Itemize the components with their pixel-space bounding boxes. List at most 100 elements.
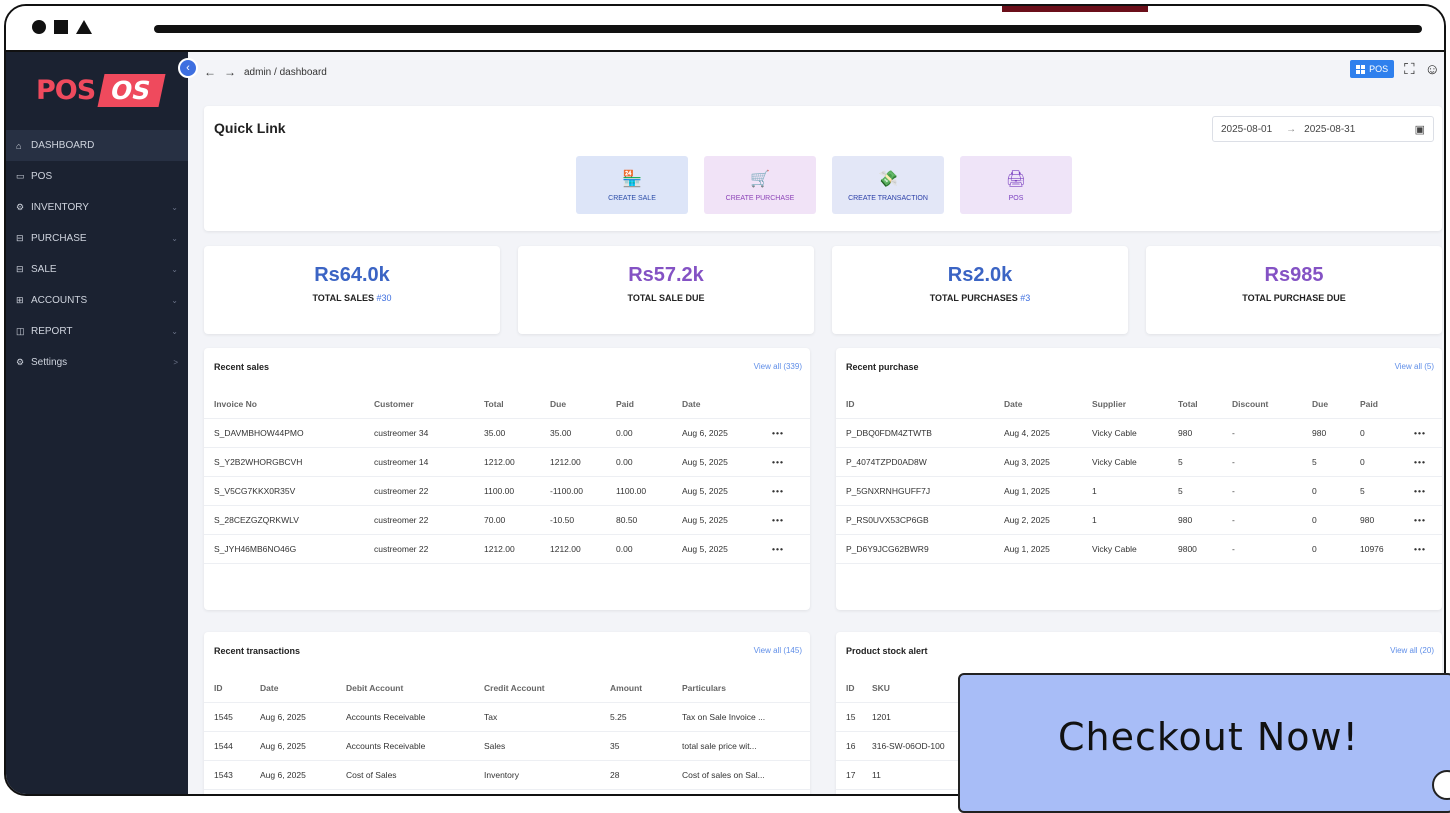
column-header: Supplier	[1082, 390, 1168, 419]
more-actions-icon[interactable]: •••	[762, 476, 810, 506]
breadcrumb[interactable]: admin / dashboard	[244, 67, 327, 78]
more-actions-icon[interactable]: •••	[762, 505, 810, 535]
address-bar[interactable]	[154, 25, 1422, 33]
view-all-link[interactable]: View all (339)	[754, 362, 802, 371]
quick-link-buttons: 🏪 CREATE SALE 🛒 CREATE PURCHASE 💸 CREATE…	[576, 156, 1072, 214]
create-sale-button[interactable]: 🏪 CREATE SALE	[576, 156, 688, 214]
stat-count[interactable]: #3	[1020, 293, 1030, 303]
store-icon: 🏪	[622, 170, 642, 188]
sidebar-item-sale[interactable]: ⊟ SALE ⌄	[6, 254, 188, 285]
table-row[interactable]: P_4074TZPD0AD8W Aug 3, 2025 Vicky Cable 5-5…	[836, 447, 1442, 477]
table-cell: S_28CEZGZQRKWLV	[204, 505, 364, 535]
table-cell: 0	[1302, 534, 1350, 564]
inventory-icon: ⚙	[16, 202, 25, 212]
grid-icon	[1356, 64, 1366, 74]
recent-transactions-panel: Recent transactions View all (145) ID Da…	[204, 632, 810, 794]
window-close-control[interactable]	[32, 20, 46, 34]
stat-value: Rs985	[1264, 264, 1324, 286]
sidebar-item-report[interactable]: ◫ REPORT ⌄	[6, 316, 188, 347]
sidebar-item-pos[interactable]: ▭ POS	[6, 161, 188, 192]
sidebar-item-accounts[interactable]: ⊞ ACCOUNTS ⌄	[6, 285, 188, 316]
more-actions-icon[interactable]: •••	[762, 534, 810, 564]
recent-transactions-table: ID Date Debit Account Credit Account Amo…	[204, 674, 810, 790]
calendar-icon[interactable]: ▣	[1415, 123, 1425, 136]
sidebar-item-purchase[interactable]: ⊟ PURCHASE ⌄	[6, 223, 188, 254]
table-row[interactable]: S_JYH46MB6NO46G custreomer 22 1212.00 1212.…	[204, 534, 810, 564]
table-cell: P_5GNXRNHGUFF7J	[836, 476, 994, 506]
purchase-icon: ⊟	[16, 233, 24, 243]
table-row[interactable]: 1544 Aug 6, 2025 Accounts Receivable Sales 3…	[204, 731, 810, 761]
table-row[interactable]: 1545 Aug 6, 2025 Accounts Receivable Tax 5.2…	[204, 702, 810, 732]
pos-button[interactable]: POS	[1350, 60, 1395, 78]
table-cell: 70.00	[474, 505, 540, 535]
more-actions-icon[interactable]: •••	[1404, 447, 1442, 477]
column-header	[762, 390, 810, 419]
table-row[interactable]: P_DBQ0FDM4ZTWTB Aug 4, 2025 Vicky Cable 980…	[836, 418, 1442, 448]
create-transaction-button[interactable]: 💸 CREATE TRANSACTION	[832, 156, 944, 214]
table-cell: P_D6Y9JCG62BWR9	[836, 534, 994, 564]
view-all-link[interactable]: View all (5)	[1395, 362, 1434, 371]
more-actions-icon[interactable]: •••	[762, 418, 810, 448]
panel-title: Recent purchase	[846, 362, 919, 372]
more-actions-icon[interactable]: •••	[1404, 505, 1442, 535]
table-cell: 1100.00	[606, 476, 672, 506]
table-cell: custreomer 22	[364, 505, 474, 535]
accounts-icon: ⊞	[16, 295, 24, 305]
view-all-link[interactable]: View all (20)	[1390, 646, 1434, 655]
stat-label: TOTAL SALES #30	[312, 293, 392, 303]
table-cell: Aug 1, 2025	[994, 534, 1082, 564]
sidebar-item-dashboard[interactable]: ⌂ DASHBOARD	[6, 130, 188, 161]
stat-total-purchase-due: Rs985 TOTAL PURCHASE DUE	[1146, 246, 1442, 334]
table-cell: custreomer 34	[364, 418, 474, 448]
column-header: Date	[250, 674, 336, 703]
table-header-row: ID Date Debit Account Credit Account Amo…	[204, 674, 810, 703]
sidebar-item-settings[interactable]: ⚙ Settings >	[6, 347, 188, 378]
create-purchase-button[interactable]: 🛒 CREATE PURCHASE	[704, 156, 816, 214]
table-cell: 28	[600, 760, 672, 790]
pos-quick-button[interactable]: 🖨 POS	[960, 156, 1072, 214]
table-row[interactable]: S_V5CG7KKX0R35V custreomer 22 1100.00 -1100…	[204, 476, 810, 506]
date-range-picker[interactable]: 2025-08-01 → 2025-08-31 ▣	[1212, 116, 1434, 142]
user-icon[interactable]: ☺	[1425, 61, 1440, 78]
table-row[interactable]: S_DAVMBHOW44PMO custreomer 34 35.00 35.00 0.…	[204, 418, 810, 448]
forward-arrow-icon[interactable]: →	[224, 65, 236, 79]
date-from[interactable]: 2025-08-01	[1221, 124, 1272, 135]
quick-link-label: CREATE SALE	[608, 194, 656, 202]
table-cell: S_JYH46MB6NO46G	[204, 534, 364, 564]
app-logo[interactable]: POS OS	[36, 70, 166, 110]
sidebar-item-inventory[interactable]: ⚙ INVENTORY ⌄	[6, 192, 188, 223]
more-actions-icon[interactable]: •••	[1404, 534, 1442, 564]
stat-total-sale-due: Rs57.2k TOTAL SALE DUE	[518, 246, 814, 334]
window-maximize-control[interactable]	[54, 20, 68, 34]
table-row[interactable]: S_Y2B2WHORGBCVH custreomer 14 1212.00 1212.…	[204, 447, 810, 477]
column-header	[1404, 390, 1442, 419]
more-actions-icon[interactable]: •••	[1404, 476, 1442, 506]
more-actions-icon[interactable]: •••	[1404, 418, 1442, 448]
table-cell: 17	[836, 760, 862, 790]
sidebar-item-label: PURCHASE	[31, 233, 87, 244]
column-header: ID	[836, 390, 994, 419]
window-minimize-control[interactable]	[76, 20, 92, 34]
panel-title: Recent transactions	[214, 646, 301, 656]
window-titlebar	[6, 6, 1444, 52]
table-row[interactable]: P_RS0UVX53CP6GB Aug 2, 2025 1 980-0 980 •••	[836, 505, 1442, 535]
back-arrow-icon[interactable]: ←	[204, 65, 216, 79]
table-cell: Sales	[474, 731, 600, 761]
more-actions-icon[interactable]: •••	[762, 447, 810, 477]
column-header: Invoice No	[204, 390, 364, 419]
table-row[interactable]: S_28CEZGZQRKWLV custreomer 22 70.00 -10.50 8…	[204, 505, 810, 535]
sidebar-item-label: Settings	[31, 357, 68, 368]
table-cell: 1544	[204, 731, 250, 761]
fullscreen-icon[interactable]: ⛶	[1404, 61, 1415, 78]
panel-title: Product stock alert	[846, 646, 928, 656]
table-row[interactable]: P_D6Y9JCG62BWR9 Aug 1, 2025 Vicky Cable 980…	[836, 534, 1442, 564]
view-all-link[interactable]: View all (145)	[754, 646, 802, 655]
sidebar-collapse-button[interactable]: ‹	[178, 58, 198, 78]
date-to[interactable]: 2025-08-31	[1304, 124, 1355, 135]
table-row[interactable]: P_5GNXRNHGUFF7J Aug 1, 2025 1 5-0 5 •••	[836, 476, 1442, 506]
table-cell: Aug 6, 2025	[250, 731, 336, 761]
checkout-now-banner[interactable]: Checkout Now!	[958, 673, 1450, 813]
stat-count[interactable]: #30	[377, 293, 392, 303]
table-row[interactable]: 1543 Aug 6, 2025 Cost of Sales Inventory 28 C…	[204, 760, 810, 790]
breadcrumb-bar: ← → admin / dashboard	[204, 65, 327, 79]
